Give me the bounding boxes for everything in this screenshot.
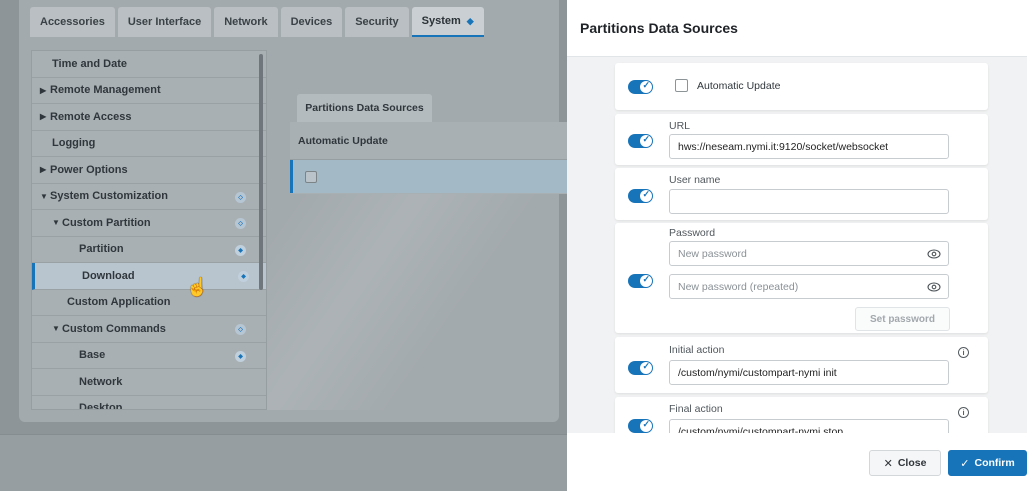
eye-icon[interactable] [927,247,941,261]
user-name-enable-toggle[interactable]: ✓ [628,189,653,203]
tab-accessories[interactable]: Accessories [30,7,115,37]
sidebar-item-label: Custom Application [67,296,171,309]
sidebar-item-time-and-date[interactable]: Time and Date [32,51,266,78]
final-action-enable-toggle[interactable]: ✓ [628,419,653,433]
check-icon: ✓ [960,457,970,470]
user-name-label: User name [669,174,721,186]
caret-right-icon[interactable]: ▶ [40,86,50,95]
info-icon[interactable]: i [958,407,969,418]
sidebar-item-label: Network [79,375,123,388]
caret-right-icon[interactable]: ▶ [40,112,50,121]
modified-ring-icon: ◇ [235,324,246,335]
modified-diamond-icon: ◆ [235,350,246,362]
sidebar-item-base[interactable]: Base ◆ [32,343,266,369]
tab-security[interactable]: Security [345,7,409,37]
sidebar-scrollbar[interactable] [259,54,263,290]
sidebar-item-custom-application[interactable]: Custom Application [32,290,266,316]
caret-right-icon[interactable]: ▶ [40,165,50,174]
automatic-update-enable-toggle[interactable]: ✓ [628,80,653,94]
sidebar-item-system-customization[interactable]: ▼ System Customization ◇ [32,184,266,210]
modified-diamond-icon: ◆ [235,244,246,256]
category-tabs: Accessories User Interface Network Devic… [30,7,484,37]
final-action-row: ✓ Final action i /custom/nymi/custompart… [615,397,988,433]
caret-down-icon[interactable]: ▼ [52,324,62,333]
sidebar-item-label: Time and Date [52,57,127,70]
dialog-title: Partitions Data Sources [567,0,1027,57]
set-password-button[interactable]: Set password [855,307,950,331]
sidebar-item-label: Custom Partition [62,216,151,229]
modified-diamond-icon: ◆ [466,15,474,26]
sidebar-nav: Time and Date ▶ Remote Management ▶ Remote A… [31,50,267,410]
final-action-field[interactable]: /custom/nymi/custompart-nymi stop [669,419,949,433]
new-password-field[interactable]: New password [669,241,949,266]
sidebar-item-label: Download [82,269,135,282]
url-row: ✓ URL hws://neseam.nymi.it:9120/socket/w… [615,114,988,165]
automatic-update-row: ✓ Automatic Update [615,63,988,110]
sidebar-item-desktop[interactable]: Desktop [32,396,266,410]
repeat-password-field[interactable]: New password (repeated) [669,274,949,299]
sidebar-item-label: Desktop [79,402,123,410]
password-label: Password [669,227,716,239]
modified-diamond-icon: ◆ [238,271,249,282]
sidebar-item-label: Remote Access [50,110,132,123]
dialog-body: ✓ Automatic Update ✓ URL hws://neseam.ny… [567,57,1027,433]
automatic-update-label: Automatic Update [697,80,781,92]
modified-ring-icon: ◇ [235,191,246,203]
password-row: ✓ Password New password New password (re… [615,223,988,333]
caret-down-icon[interactable]: ▼ [52,218,62,227]
user-name-row: ✓ User name [615,168,988,220]
url-label: URL [669,120,691,132]
url-field[interactable]: hws://neseam.nymi.it:9120/socket/websock… [669,134,949,159]
tab-partitions-data-sources[interactable]: Partitions Data Sources [297,94,432,122]
table-row[interactable] [290,160,567,193]
data-sources-table: Automatic Update [290,122,567,194]
sidebar-item-label: Power Options [50,163,128,176]
hand-cursor-icon: ☝ [186,277,209,297]
sidebar-item-network[interactable]: Network [32,369,266,396]
sidebar-item-label: Partition [79,243,124,256]
sidebar-item-download[interactable]: Download ◆ [32,263,266,290]
initial-action-label: Initial action [669,344,725,356]
tab-devices[interactable]: Devices [280,7,343,37]
background-app: Accessories User Interface Network Devic… [0,0,567,491]
url-enable-toggle[interactable]: ✓ [628,134,653,148]
confirm-button[interactable]: ✓ Confirm [948,450,1027,476]
table-header: Automatic Update [290,122,567,160]
tab-user-interface[interactable]: User Interface [117,7,212,37]
initial-action-enable-toggle[interactable]: ✓ [628,361,653,375]
sidebar-item-remote-access[interactable]: ▶ Remote Access [32,104,266,131]
initial-action-row: ✓ Initial action i /custom/nymi/custompa… [615,337,988,393]
sidebar-item-custom-partition[interactable]: ▼ Custom Partition ◇ [32,210,266,237]
initial-action-field[interactable]: /custom/nymi/custompart-nymi init [669,360,949,385]
tab-network[interactable]: Network [214,7,278,37]
close-button[interactable]: ✕ Close [869,450,941,476]
sidebar-item-partition[interactable]: Partition ◆ [32,237,266,263]
bottom-bar [0,434,567,491]
sidebar-item-custom-commands[interactable]: ▼ Custom Commands ◇ [32,316,266,343]
password-enable-toggle[interactable]: ✓ [628,274,653,288]
final-action-label: Final action [669,403,723,415]
partitions-data-sources-dialog: Partitions Data Sources ✓ Automatic Upda… [567,0,1027,491]
close-icon: ✕ [883,457,893,470]
caret-down-icon[interactable]: ▼ [40,192,50,201]
sidebar-item-label: Remote Management [50,84,161,97]
sidebar-item-remote-management[interactable]: ▶ Remote Management [32,78,266,104]
sidebar-item-label: Logging [52,137,96,150]
info-icon[interactable]: i [958,347,969,358]
sidebar-item-label: System Customization [50,190,168,203]
tab-system[interactable]: System ◆ [411,7,484,37]
sidebar-item-label: Custom Commands [62,322,166,335]
row-checkbox[interactable] [305,170,317,183]
eye-icon[interactable] [927,280,941,294]
sidebar-item-power-options[interactable]: ▶ Power Options [32,157,266,184]
sidebar-item-label: Base [79,349,106,362]
modified-ring-icon: ◇ [235,218,246,229]
user-name-field[interactable] [669,189,949,214]
automatic-update-checkbox[interactable] [675,79,688,92]
sidebar-item-logging[interactable]: Logging [32,131,266,157]
